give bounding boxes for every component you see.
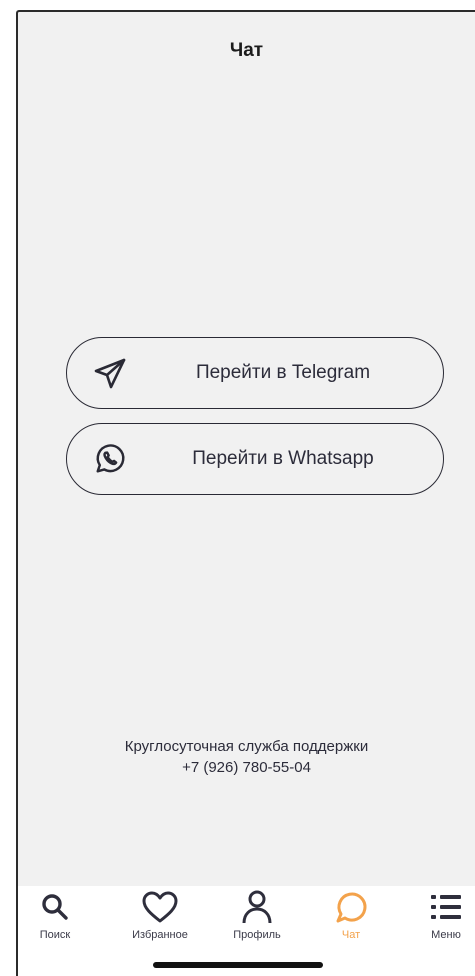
tab-favorites[interactable]: Избранное: [117, 888, 203, 948]
whatsapp-button[interactable]: Перейти в Whatsapp: [66, 423, 444, 495]
tab-chat-label: Чат: [341, 929, 361, 941]
telegram-icon: [93, 356, 127, 390]
tab-search[interactable]: Поиск: [18, 888, 98, 948]
page-title: Чат: [229, 40, 264, 61]
whatsapp-button-label: Перейти в Whatsapp: [192, 448, 374, 469]
chat-icon: [331, 888, 371, 926]
support-label: Круглосуточная служба поддержки: [124, 738, 369, 755]
search-icon: [35, 888, 75, 926]
support-phone[interactable]: +7 (926) 780-55-04: [18, 757, 475, 778]
tab-menu-label: Меню: [431, 929, 461, 941]
whatsapp-icon: [93, 442, 127, 476]
tab-menu[interactable]: Меню: [403, 888, 475, 948]
tab-profile[interactable]: Профиль: [214, 888, 300, 948]
telegram-button-label: Перейти в Telegram: [195, 362, 371, 383]
home-indicator: [153, 962, 323, 968]
tab-profile-label: Профиль: [233, 929, 281, 941]
support-info: Круглосуточная служба поддержки +7 (926)…: [18, 736, 475, 778]
tab-favorites-label: Избранное: [132, 929, 188, 941]
tab-chat[interactable]: Чат: [308, 888, 394, 948]
tab-search-label: Поиск: [39, 929, 71, 941]
app-screen: Чат Перейти в Telegram Перейти в Whatsap…: [16, 10, 475, 976]
heart-icon: [140, 888, 180, 926]
profile-icon: [237, 888, 277, 926]
telegram-button[interactable]: Перейти в Telegram: [66, 337, 444, 409]
menu-icon: [426, 888, 466, 926]
